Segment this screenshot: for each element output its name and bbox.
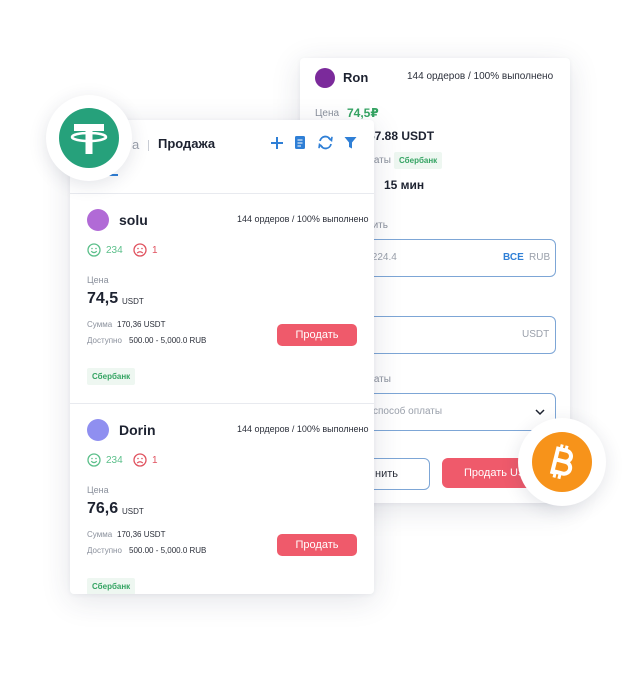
offers-list-card: а Продажа solu 144 ордеров / 100% выполн… xyxy=(70,120,374,594)
available-value: 500.00 - 5,000.0 RUB xyxy=(129,546,207,555)
time-value: 15 мин xyxy=(384,178,425,192)
offer-item: solu 144 ордеров / 100% выполнено 234 1 … xyxy=(70,194,374,402)
seller-name: Ron xyxy=(343,70,369,85)
sad-icon xyxy=(133,453,147,467)
payment-badge: Сбербанк xyxy=(394,152,443,169)
sum-label: Сумма xyxy=(87,320,113,329)
smile-icon xyxy=(87,243,101,257)
cancel-button-label: нить xyxy=(375,468,398,480)
payment-method-select[interactable]: способ оплаты xyxy=(360,393,556,431)
price-value: 74,5₽ xyxy=(347,106,379,120)
payment-method-placeholder: способ оплаты xyxy=(373,406,443,417)
price-label: Цена xyxy=(315,108,340,119)
pay-all-button[interactable]: ВСЕ xyxy=(503,252,524,263)
header-tab-fragment[interactable]: а xyxy=(132,137,139,152)
bank-badge: Сбербанк xyxy=(87,368,136,385)
sum-value: 170,36 USDT xyxy=(117,530,166,539)
plus-icon[interactable] xyxy=(270,136,284,150)
likes-count: 234 xyxy=(106,455,123,466)
sum-value: 170,36 USDT xyxy=(117,320,166,329)
seller-orders: 144 ордеров / 100% выполнено xyxy=(407,71,554,82)
smile-icon xyxy=(87,453,101,467)
bitcoin-logo-icon xyxy=(532,432,592,492)
tether-logo-icon xyxy=(59,108,119,168)
avatar xyxy=(87,419,109,441)
price-label: Цена xyxy=(87,275,109,285)
pay-currency: RUB xyxy=(529,252,551,263)
seller-name: Dorin xyxy=(119,422,156,438)
refresh-icon[interactable] xyxy=(317,135,334,150)
sell-button[interactable]: Продать xyxy=(277,534,357,556)
price-currency: USDT xyxy=(122,507,144,516)
price-value: 76,6 xyxy=(87,500,119,517)
filter-icon[interactable] xyxy=(344,136,357,150)
header-separator xyxy=(148,140,149,151)
available-value: 500.00 - 5,000.0 RUB xyxy=(129,336,207,345)
amount-value: 57.88 USDT xyxy=(368,129,435,143)
price-currency: USDT xyxy=(122,297,144,306)
avatar xyxy=(315,68,335,88)
price-value: 74,5 xyxy=(87,290,119,307)
sum-label: Сумма xyxy=(87,530,113,539)
price-label: Цена xyxy=(87,485,109,495)
header-title[interactable]: Продажа xyxy=(158,136,215,151)
bank-badge: Сбербанк xyxy=(87,578,136,594)
sell-button[interactable]: Продать xyxy=(277,324,357,346)
tether-logo-badge xyxy=(46,95,132,181)
seller-orders: 144 ордеров / 100% выполнено xyxy=(237,214,369,224)
likes-count: 234 xyxy=(106,245,123,256)
avatar xyxy=(87,209,109,231)
seller-orders: 144 ордеров / 100% выполнено xyxy=(237,424,369,434)
sad-icon xyxy=(133,243,147,257)
pay-amount-field[interactable]: ,224.4 ВСЕ RUB xyxy=(360,239,556,277)
chevron-down-icon[interactable] xyxy=(535,408,545,416)
receive-currency: USDT xyxy=(522,329,550,340)
available-label: Доступно xyxy=(87,546,122,555)
dislikes-count: 1 xyxy=(152,245,158,256)
receive-amount-field[interactable]: USDT xyxy=(360,316,556,354)
dislikes-count: 1 xyxy=(152,455,158,466)
available-label: Доступно xyxy=(87,336,122,345)
seller-name: solu xyxy=(119,212,148,228)
bitcoin-logo-badge xyxy=(518,418,606,506)
offer-item: Dorin 144 ордеров / 100% выполнено 234 1… xyxy=(70,404,374,594)
notes-icon[interactable] xyxy=(294,135,306,150)
